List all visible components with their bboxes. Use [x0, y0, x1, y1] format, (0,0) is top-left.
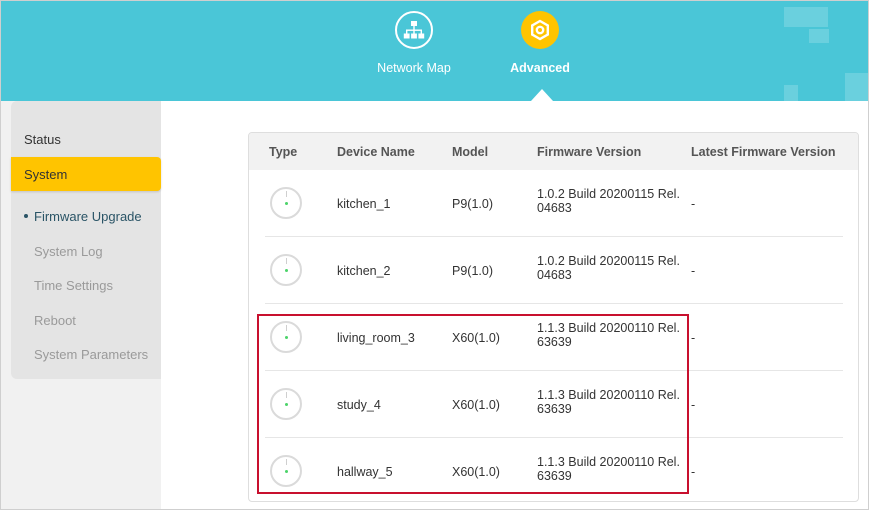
header-decoration — [845, 73, 868, 101]
sidebar-subitem-label: Time Settings — [34, 277, 113, 293]
column-header-firmware-version: Firmware Version — [537, 145, 642, 159]
device-type-icon — [270, 455, 302, 487]
header-decoration — [784, 7, 828, 27]
device-name: living_room_3 — [337, 331, 415, 345]
table-header: Type Device Name Model Firmware Version … — [249, 133, 858, 170]
table-row[interactable]: hallway_5 X60(1.0) 1.1.3 Build 20200110 … — [265, 438, 843, 501]
table-row[interactable]: kitchen_1 P9(1.0) 1.0.2 Build 20200115 R… — [265, 170, 843, 237]
table-row[interactable]: study_4 X60(1.0) 1.1.3 Build 20200110 Re… — [265, 371, 843, 438]
sidebar-item-status[interactable]: Status — [11, 122, 161, 156]
tab-network-map[interactable]: Network Map — [364, 11, 464, 81]
sidebar-subitem-label: Reboot — [34, 312, 76, 328]
firmware-version: 1.1.3 Build 20200110 Rel. 63639 — [537, 455, 680, 483]
sidebar-item-label: Status — [24, 131, 61, 147]
device-name: kitchen_2 — [337, 264, 391, 278]
sidebar-menu: Status System Firmware Upgrade System Lo… — [11, 101, 161, 379]
sidebar-subitem-time-settings[interactable]: Time Settings — [11, 273, 161, 297]
device-type-icon — [270, 254, 302, 286]
latest-firmware-version: - — [691, 331, 696, 345]
column-header-type: Type — [269, 145, 298, 159]
device-name: study_4 — [337, 398, 381, 412]
sidebar-subitem-system-log[interactable]: System Log — [11, 239, 161, 263]
device-type-icon — [270, 388, 302, 420]
sidebar-subitem-reboot[interactable]: Reboot — [11, 308, 161, 332]
sidebar-subitem-label: System Log — [34, 243, 103, 259]
advanced-gear-icon — [521, 11, 559, 49]
latest-firmware-version: - — [691, 465, 696, 479]
device-type-icon — [270, 321, 302, 353]
firmware-version: 1.1.3 Build 20200110 Rel. 63639 — [537, 388, 680, 416]
sidebar-item-label: System — [24, 166, 68, 182]
device-name: hallway_5 — [337, 465, 393, 479]
firmware-version: 1.0.2 Build 20200115 Rel. 04683 — [537, 254, 680, 282]
latest-firmware-version: - — [691, 264, 696, 278]
sidebar: Status System Firmware Upgrade System Lo… — [1, 101, 161, 509]
latest-firmware-version: - — [691, 398, 696, 412]
top-header: Network Map Advanced — [1, 1, 868, 101]
device-type-icon — [270, 187, 302, 219]
header-decoration — [784, 85, 798, 101]
sidebar-item-system[interactable]: System — [11, 157, 161, 191]
device-name: kitchen_1 — [337, 197, 391, 211]
device-model: X60(1.0) — [452, 465, 500, 479]
tab-advanced[interactable]: Advanced — [490, 11, 590, 81]
device-model: X60(1.0) — [452, 398, 500, 412]
active-tab-pointer — [531, 89, 553, 101]
latest-firmware-version: - — [691, 197, 696, 211]
network-map-icon — [395, 11, 433, 49]
table-row[interactable]: kitchen_2 P9(1.0) 1.0.2 Build 20200115 R… — [265, 237, 843, 304]
firmware-version: 1.0.2 Build 20200115 Rel. 04683 — [537, 187, 680, 215]
device-model: X60(1.0) — [452, 331, 500, 345]
column-header-latest-firmware-version: Latest Firmware Version — [691, 145, 836, 159]
device-model: P9(1.0) — [452, 197, 493, 211]
sidebar-subitem-label: Firmware Upgrade — [34, 208, 142, 224]
device-model: P9(1.0) — [452, 264, 493, 278]
tab-advanced-label: Advanced — [510, 61, 570, 75]
column-header-device-name: Device Name — [337, 145, 415, 159]
firmware-version: 1.1.3 Build 20200110 Rel. 63639 — [537, 321, 680, 349]
table-row[interactable]: living_room_3 X60(1.0) 1.1.3 Build 20200… — [265, 304, 843, 371]
sidebar-subitem-label: System Parameters — [34, 346, 149, 362]
active-bullet-icon — [24, 214, 28, 218]
sidebar-subitem-system-parameters[interactable]: System Parameters — [11, 342, 161, 366]
firmware-table: Type Device Name Model Firmware Version … — [248, 132, 859, 502]
column-header-model: Model — [452, 145, 489, 159]
sidebar-subitem-firmware-upgrade[interactable]: Firmware Upgrade — [11, 204, 161, 228]
header-decoration — [809, 29, 829, 43]
tab-network-map-label: Network Map — [377, 61, 451, 75]
